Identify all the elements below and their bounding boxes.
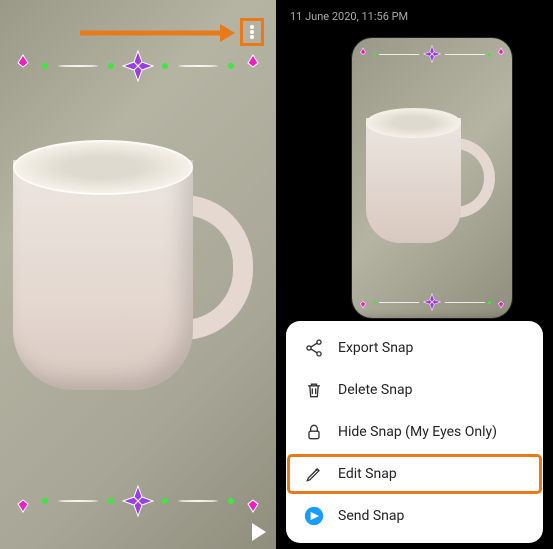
lock-icon xyxy=(304,422,324,442)
share-icon xyxy=(304,338,324,358)
annotation-arrow xyxy=(80,22,235,44)
flower-side-icon xyxy=(10,53,36,79)
more-options-button[interactable] xyxy=(240,18,264,46)
edit-snap-button[interactable]: Edit Snap xyxy=(286,453,543,495)
menu-item-label: Hide Snap (My Eyes Only) xyxy=(338,424,497,440)
pencil-icon xyxy=(304,464,324,484)
flower-side-icon xyxy=(240,488,266,514)
thumb-deco-bottom xyxy=(352,286,512,318)
delete-snap-button[interactable]: Delete Snap xyxy=(286,369,543,411)
menu-item-label: Export Snap xyxy=(338,340,413,356)
snap-preview xyxy=(0,0,276,549)
flower-side-icon xyxy=(240,53,266,79)
snap-detail-view: 11 June 2020, 11:56 PM xyxy=(276,0,553,549)
trash-icon xyxy=(304,380,324,400)
decorative-border-bottom xyxy=(0,483,276,519)
menu-item-label: Delete Snap xyxy=(338,382,412,398)
flower-side-icon xyxy=(10,488,36,514)
menu-item-label: Edit Snap xyxy=(338,466,397,482)
hide-snap-button[interactable]: Hide Snap (My Eyes Only) xyxy=(286,411,543,453)
flower-center-icon xyxy=(120,48,156,84)
send-icon xyxy=(304,506,324,526)
export-snap-button[interactable]: Export Snap xyxy=(286,327,543,369)
play-icon[interactable] xyxy=(252,523,266,541)
menu-item-label: Send Snap xyxy=(338,508,404,524)
decorative-border-top xyxy=(0,48,276,84)
snap-thumbnail[interactable] xyxy=(352,38,512,318)
thumb-deco-top xyxy=(352,38,512,70)
thumb-mug xyxy=(362,108,492,258)
photo-content-mug xyxy=(8,140,268,420)
snap-actions-menu: Export Snap Delete Snap Hide Snap (My Ey… xyxy=(286,321,543,543)
snap-timestamp: 11 June 2020, 11:56 PM xyxy=(276,0,553,33)
flower-center-icon xyxy=(120,483,156,519)
send-snap-button[interactable]: Send Snap xyxy=(286,495,543,537)
